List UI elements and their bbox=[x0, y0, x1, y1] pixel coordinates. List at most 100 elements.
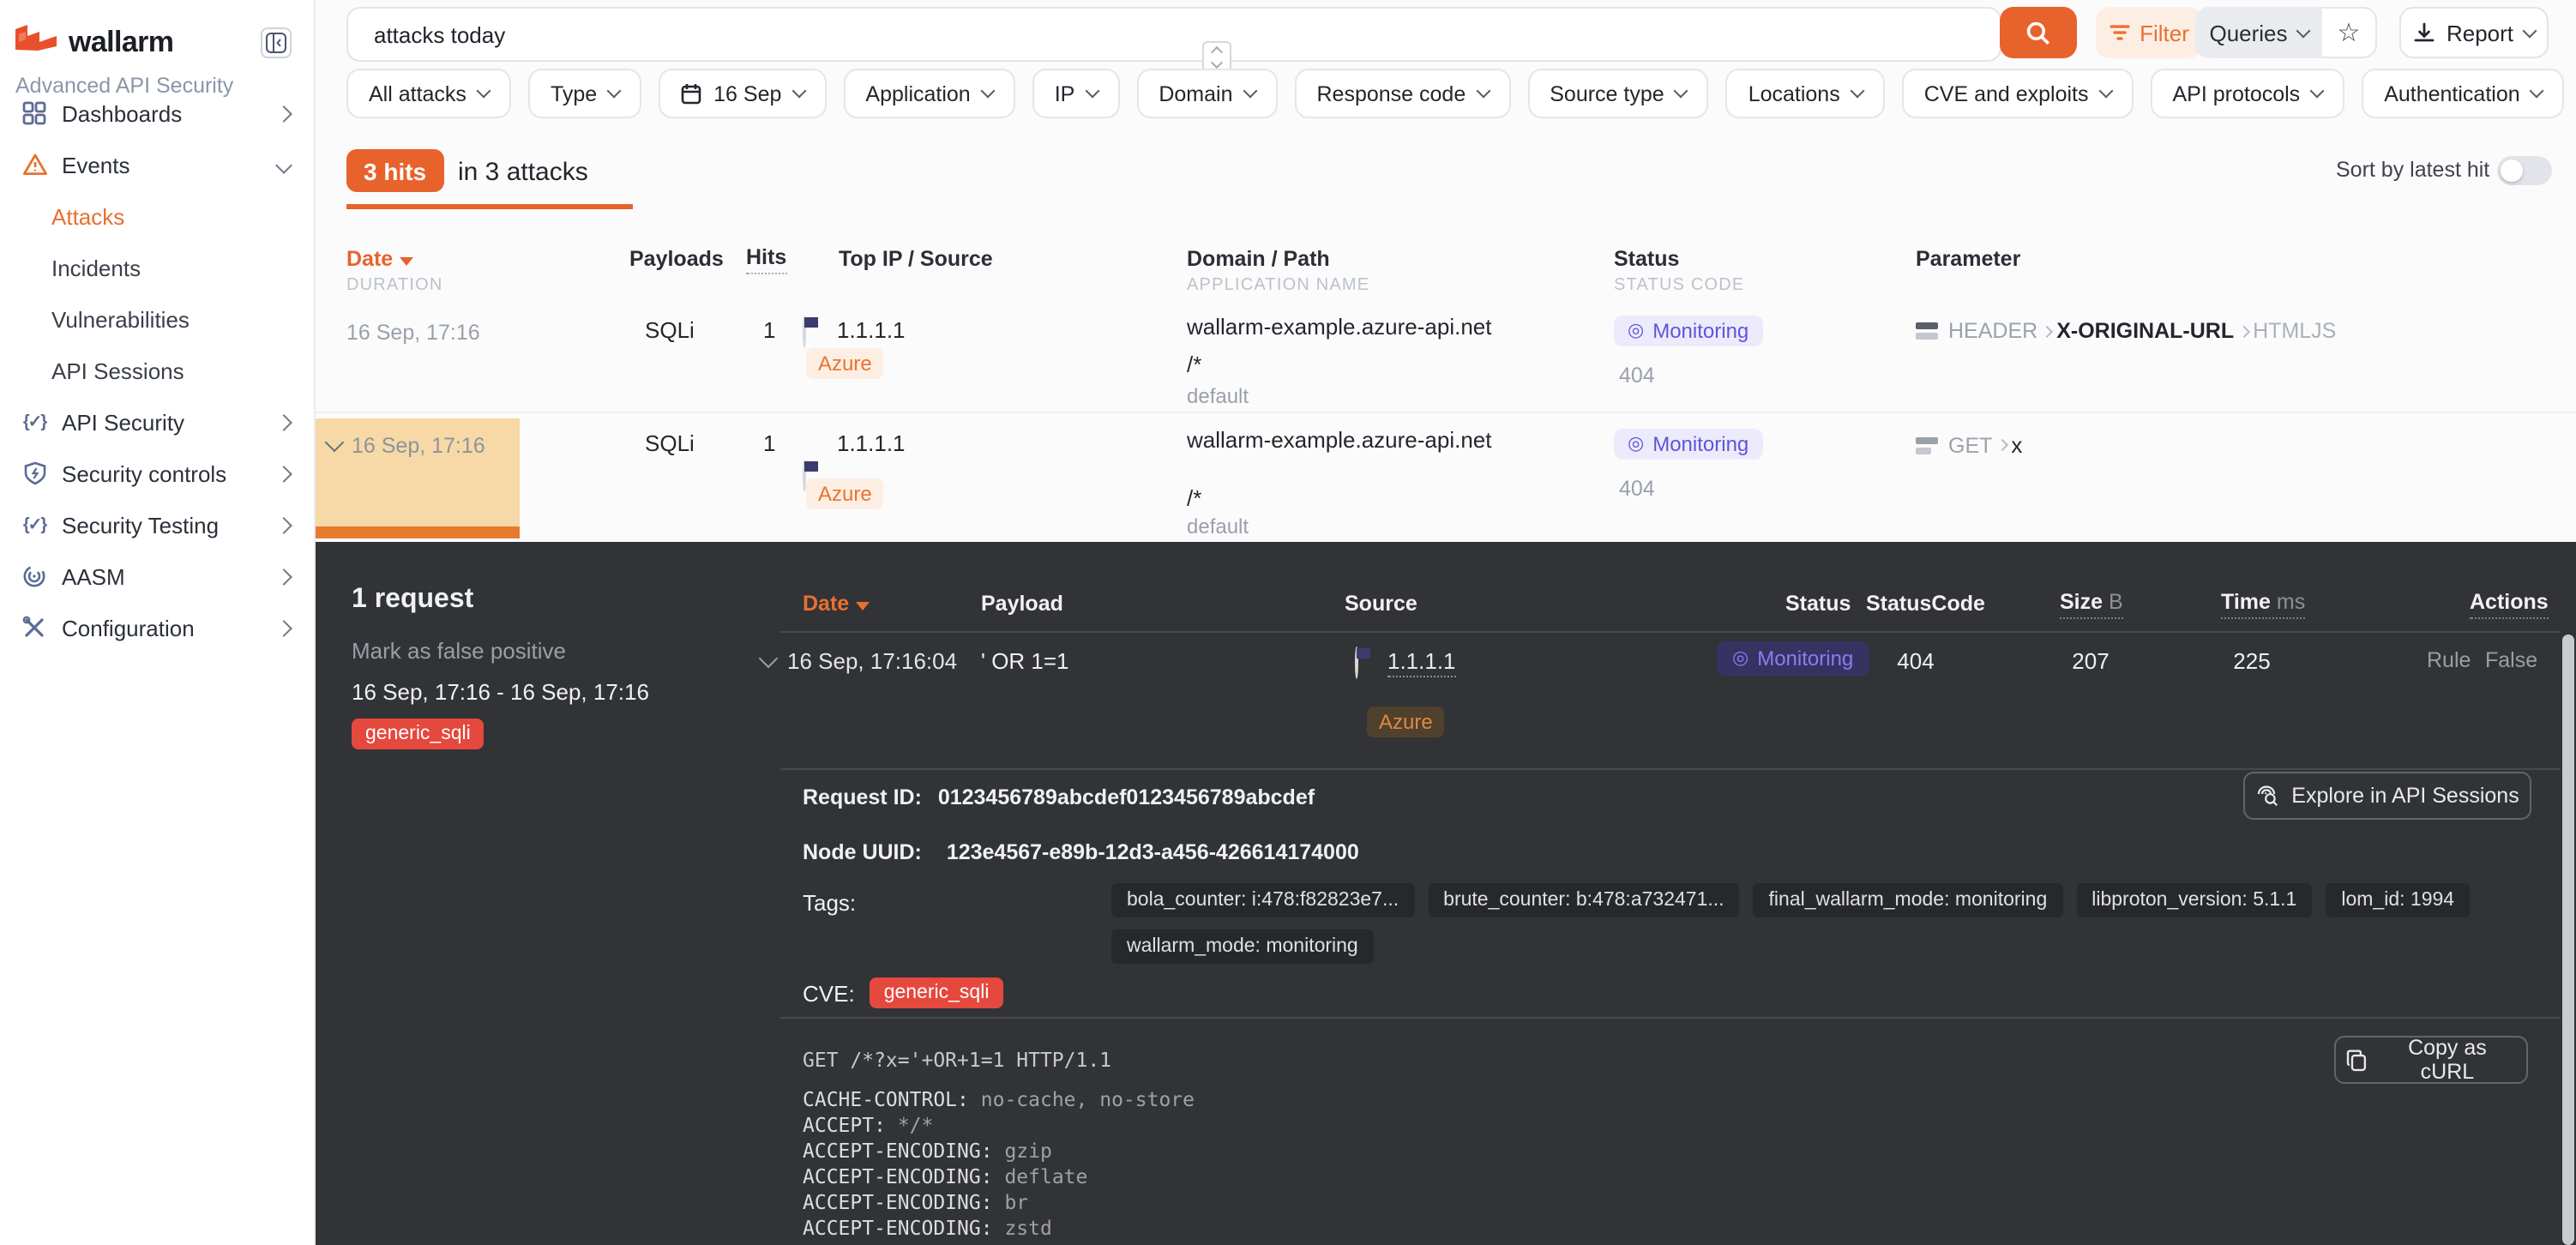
request-status-code: 404 bbox=[1866, 648, 1965, 674]
cve-label: CVE: bbox=[803, 980, 855, 1006]
collapse-sidebar-icon[interactable] bbox=[261, 27, 292, 58]
chip-type[interactable]: Type bbox=[528, 69, 641, 118]
tag-chip: final_wallarm_mode: monitoring bbox=[1754, 883, 2063, 917]
node-uuid-label: Node UUID: bbox=[803, 840, 922, 864]
explore-api-sessions-button[interactable]: Explore in API Sessions bbox=[2243, 772, 2531, 820]
chip-ip[interactable]: IP bbox=[1032, 69, 1120, 118]
sidebar-item-api-security[interactable]: {✓} API Security bbox=[0, 396, 314, 448]
copy-button-label: Copy as cURL bbox=[2379, 1036, 2516, 1084]
report-label: Report bbox=[2447, 20, 2513, 45]
sidebar-item-label: Vulnerabilities bbox=[51, 306, 190, 332]
column-header-payloads: Payloads bbox=[629, 247, 724, 271]
column-subheader-status-code: STATUS CODE bbox=[1614, 276, 1744, 295]
sidebar-item-api-sessions[interactable]: API Sessions bbox=[0, 345, 314, 396]
sort-desc-icon bbox=[400, 257, 413, 266]
chip-date[interactable]: 16 Sep bbox=[659, 69, 826, 118]
sort-toggle[interactable] bbox=[2497, 156, 2552, 185]
attack-ip[interactable]: 1.1.1.1 bbox=[837, 430, 906, 456]
attack-status-code: 404 bbox=[1619, 477, 1655, 501]
detail-column-size[interactable]: Size B bbox=[2060, 590, 2123, 619]
expand-chevron-icon[interactable] bbox=[759, 649, 779, 669]
sidebar-item-configuration[interactable]: Configuration bbox=[0, 602, 314, 653]
chip-domain[interactable]: Domain bbox=[1136, 69, 1277, 118]
sidebar-item-dashboards[interactable]: Dashboards bbox=[0, 87, 314, 139]
chip-locations[interactable]: Locations bbox=[1726, 69, 1885, 118]
sidebar-item-label: Security Testing bbox=[62, 512, 219, 538]
logo-text: wallarm bbox=[69, 25, 173, 59]
action-false-button[interactable]: False bbox=[2485, 648, 2537, 672]
attack-date: 16 Sep, 17:16 bbox=[346, 321, 480, 345]
source-tag-azure: Azure bbox=[806, 348, 884, 379]
copy-as-curl-button[interactable]: Copy as cURL bbox=[2334, 1036, 2528, 1084]
scrollbar[interactable] bbox=[2562, 635, 2574, 1245]
chip-all-attacks[interactable]: All attacks bbox=[346, 69, 511, 118]
selected-row-accent-bar bbox=[314, 526, 520, 538]
us-flag-icon bbox=[1355, 647, 1358, 679]
http-header-line: ACCEPT-ENCODING: br bbox=[803, 1190, 1195, 1216]
tag-chip: libproton_version: 5.1.1 bbox=[2076, 883, 2312, 917]
attack-application: default bbox=[1187, 384, 1249, 408]
get-param-icon bbox=[1916, 436, 1938, 454]
request-row[interactable]: 16 Sep, 17:16:04 ' OR 1=1 1.1.1.1 Azure … bbox=[314, 542, 2576, 573]
request-date: 16 Sep, 17:16:04 bbox=[787, 648, 957, 674]
attack-date: 16 Sep, 17:16 bbox=[352, 434, 485, 458]
filter-button[interactable]: Filter bbox=[2096, 7, 2202, 58]
hits-count-badge: 3 hits bbox=[346, 149, 443, 192]
favorite-star-button[interactable]: ☆ bbox=[2322, 7, 2377, 58]
tag-chip: lom_id: 1994 bbox=[2326, 883, 2470, 917]
attack-path: /* bbox=[1187, 485, 1201, 511]
detail-column-date[interactable]: Date bbox=[803, 592, 870, 616]
column-header-date[interactable]: Date bbox=[346, 247, 413, 271]
report-button[interactable]: Report bbox=[2399, 7, 2549, 58]
search-button[interactable] bbox=[2000, 7, 2077, 58]
sidebar-item-events[interactable]: Events bbox=[0, 139, 314, 190]
copy-icon bbox=[2346, 1049, 2367, 1071]
queries-button[interactable]: Queries bbox=[2195, 7, 2322, 58]
chip-application[interactable]: Application bbox=[843, 69, 1014, 118]
chevron-down-icon bbox=[1674, 84, 1688, 99]
cve-row: CVE: generic_sqli bbox=[803, 977, 1002, 1008]
sidebar-item-aasm[interactable]: AASM bbox=[0, 550, 314, 602]
sidebar-item-security-controls[interactable]: Security controls bbox=[0, 448, 314, 499]
explore-button-label: Explore in API Sessions bbox=[2291, 784, 2519, 808]
attack-domain: wallarm-example.azure-api.net bbox=[1187, 427, 1492, 453]
sidebar-item-attacks[interactable]: Attacks bbox=[0, 190, 314, 242]
chevron-down-icon bbox=[607, 84, 622, 99]
hits-underline bbox=[346, 204, 633, 209]
column-header-hits[interactable]: Hits bbox=[746, 245, 786, 274]
chip-source-type[interactable]: Source type bbox=[1527, 69, 1708, 118]
request-ip-link[interactable]: 1.1.1.1 bbox=[1387, 648, 1456, 677]
sidebar-item-security-testing[interactable]: {✓} Security Testing bbox=[0, 499, 314, 550]
sidebar-item-vulnerabilities[interactable]: Vulnerabilities bbox=[0, 293, 314, 345]
detail-column-actions[interactable]: Actions bbox=[2470, 590, 2549, 619]
sidebar-item-label: Security controls bbox=[62, 460, 226, 486]
detail-column-time[interactable]: Time ms bbox=[2221, 590, 2305, 619]
sort-desc-icon bbox=[856, 602, 870, 610]
source-tag-azure: Azure bbox=[1367, 707, 1445, 737]
sidebar-item-label: API Security bbox=[62, 409, 184, 435]
tags-label: Tags: bbox=[803, 890, 856, 916]
detail-column-payload: Payload bbox=[981, 592, 1063, 616]
chip-response-code[interactable]: Response code bbox=[1295, 69, 1511, 118]
tools-icon bbox=[21, 614, 48, 641]
sidebar-item-label: API Sessions bbox=[51, 358, 184, 383]
chip-api-protocols[interactable]: API protocols bbox=[2151, 69, 2345, 118]
sidebar-item-incidents[interactable]: Incidents bbox=[0, 242, 314, 293]
chevron-down-icon bbox=[1085, 84, 1099, 99]
attack-ip[interactable]: 1.1.1.1 bbox=[837, 317, 906, 343]
sidebar: wallarm Advanced API Security Dashboards… bbox=[0, 0, 316, 1245]
chip-label: Source type bbox=[1550, 81, 1664, 105]
attack-parameter: GETx bbox=[1916, 432, 2022, 458]
source-tag-azure: Azure bbox=[806, 478, 884, 509]
search-input[interactable] bbox=[370, 9, 1166, 60]
chip-cve-exploits[interactable]: CVE and exploits bbox=[1902, 69, 2134, 118]
attack-type-tag: generic_sqli bbox=[352, 719, 485, 749]
chevron-down-icon bbox=[2530, 84, 2544, 99]
chevron-right-icon bbox=[275, 413, 292, 430]
chip-authentication[interactable]: Authentication bbox=[2362, 69, 2564, 118]
attack-path: /* bbox=[1187, 352, 1201, 377]
mark-false-positive-link[interactable]: Mark as false positive bbox=[352, 638, 566, 664]
chip-label: CVE and exploits bbox=[1924, 81, 2089, 105]
action-rule-button[interactable]: Rule bbox=[2427, 648, 2471, 672]
monitoring-eye-icon: ◎ bbox=[1732, 649, 1748, 668]
